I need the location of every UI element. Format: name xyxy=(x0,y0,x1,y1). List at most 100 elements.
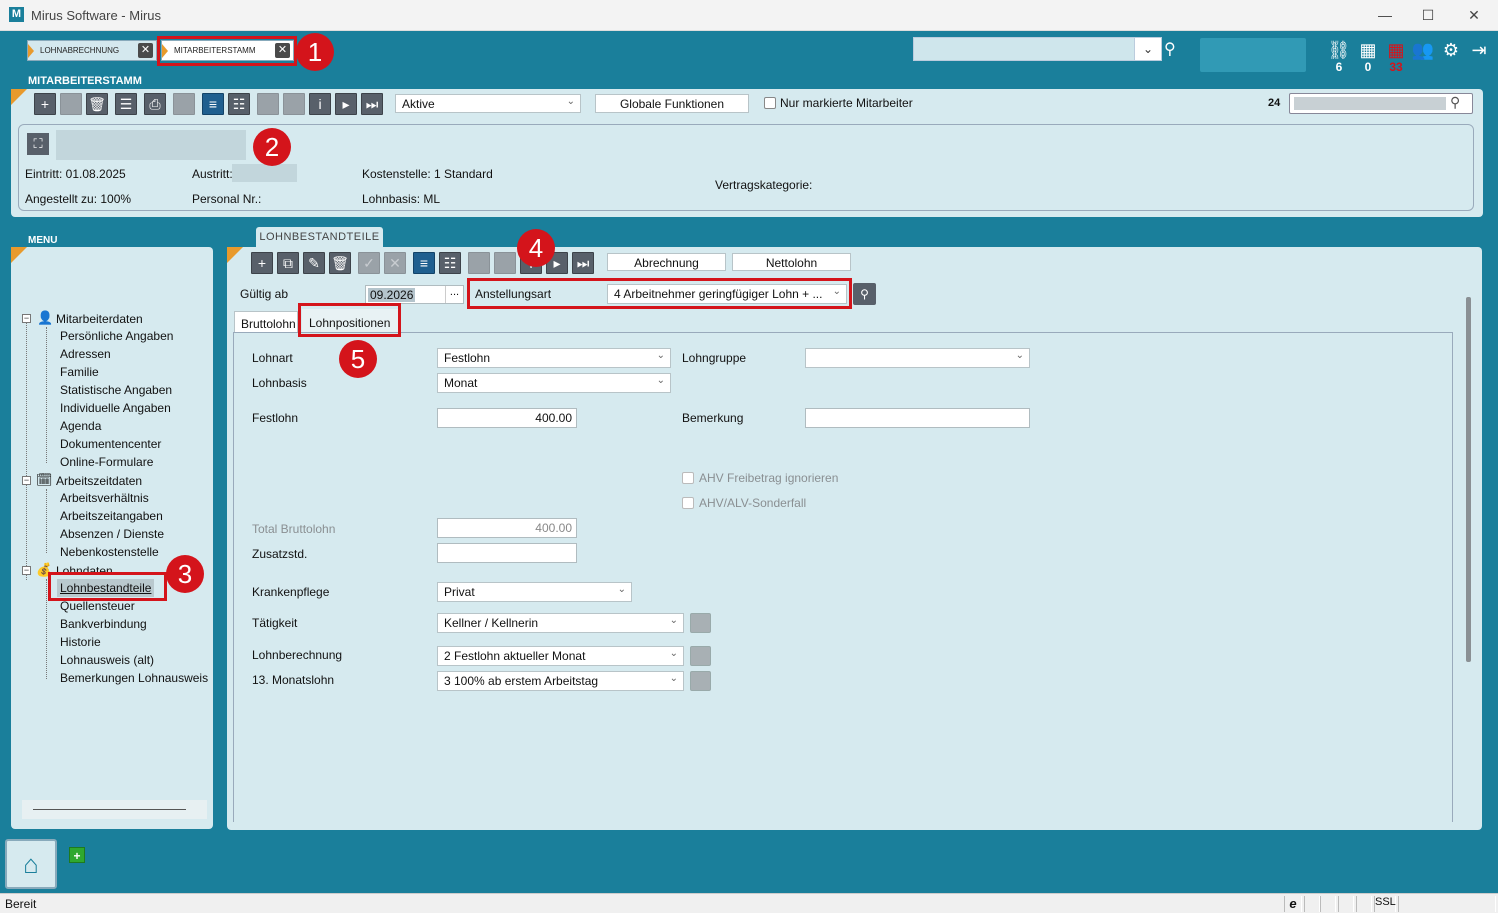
calendar-icon[interactable]: ▦ xyxy=(1355,38,1381,62)
tree-item-persoenliche-angaben[interactable]: Persönliche Angaben xyxy=(60,329,173,343)
tree-item-statistische-angaben[interactable]: Statistische Angaben xyxy=(60,383,172,397)
personal-nr-label: Personal Nr.: xyxy=(192,192,262,206)
tree-item-dokumentencenter[interactable]: Dokumentencenter xyxy=(60,437,161,451)
abrechnung-button[interactable]: Abrechnung xyxy=(607,253,726,271)
prev-button[interactable] xyxy=(494,252,516,274)
list-view-button[interactable]: ☷ xyxy=(228,93,250,115)
gueltig-ab-input[interactable]: 09.2026 ... xyxy=(365,285,464,304)
add-button[interactable]: + xyxy=(251,252,273,274)
tree-item-individuelle-angaben[interactable]: Individuelle Angaben xyxy=(60,401,171,415)
list-view-button[interactable]: ☷ xyxy=(439,252,461,274)
disabled-button[interactable] xyxy=(173,93,195,115)
lohnbasis-select[interactable]: Monat ⌄ xyxy=(437,373,671,393)
tab-lohnbestandteile[interactable]: LOHNBESTANDTEILE xyxy=(256,227,383,247)
home-button[interactable]: ⌂ xyxy=(5,839,57,889)
expand-icon[interactable]: ⛶ xyxy=(27,133,49,155)
user-info[interactable] xyxy=(1200,38,1306,72)
edit-button[interactable]: ✎ xyxy=(303,252,325,274)
reminder-calendar-icon[interactable]: ▦ xyxy=(1383,38,1409,62)
festlohn-input[interactable]: 400.00 xyxy=(437,408,577,428)
taetigkeit-lookup-button[interactable] xyxy=(690,613,711,633)
close-window-button[interactable]: ✕ xyxy=(1462,5,1486,25)
tree-item-familie[interactable]: Familie xyxy=(60,365,99,379)
lohnbasis-label: Lohnbasis xyxy=(252,376,307,390)
next-button[interactable]: ▸ xyxy=(335,93,357,115)
logout-icon[interactable]: ⇥ xyxy=(1466,38,1492,62)
ahv-sonderfall-checkbox[interactable] xyxy=(682,497,694,509)
search-icon[interactable]: ⚲ xyxy=(1450,94,1460,111)
tree-group-mitarbeiterdaten[interactable]: Mitarbeiterdaten xyxy=(56,312,143,326)
scroll-thumb[interactable] xyxy=(33,809,186,810)
add-tab-icon[interactable]: + xyxy=(69,847,85,863)
eintritt-text: Eintritt: 01.08.2025 xyxy=(25,167,126,181)
collapse-icon[interactable]: − xyxy=(22,566,31,575)
last-button[interactable]: ⏭ xyxy=(361,93,383,115)
tree-item-historie[interactable]: Historie xyxy=(60,635,101,649)
first-button[interactable] xyxy=(257,93,279,115)
zusatzstd-input[interactable] xyxy=(437,543,577,563)
delete-button[interactable]: 🗑 xyxy=(329,252,351,274)
collapse-icon[interactable]: − xyxy=(22,314,31,323)
bemerkung-input[interactable] xyxy=(805,408,1030,428)
nettolohn-button[interactable]: Nettolohn xyxy=(732,253,851,271)
gueltig-ab-value: 09.2026 xyxy=(368,288,416,302)
add-button[interactable]: + xyxy=(34,93,56,115)
content-scrollbar[interactable] xyxy=(1466,297,1471,662)
date-picker-button[interactable]: ... xyxy=(445,286,463,303)
gear-icon[interactable]: ⚙ xyxy=(1438,38,1464,62)
menu-scrollbar[interactable] xyxy=(22,800,207,819)
tree-item-online-formulare[interactable]: Online-Formulare xyxy=(60,455,153,469)
ahv-freibetrag-checkbox[interactable] xyxy=(682,472,694,484)
tree-item-bankverbindung[interactable]: Bankverbindung xyxy=(60,617,147,631)
tree-item-bemerkungen-lohnausweis[interactable]: Bemerkungen Lohnausweis xyxy=(60,671,208,685)
tasks-icon[interactable]: ⛓ xyxy=(1326,38,1352,62)
users-icon[interactable]: 👥 xyxy=(1410,38,1436,62)
chevron-down-icon[interactable]: ⌄ xyxy=(1134,37,1162,61)
close-tab-icon[interactable]: ✕ xyxy=(138,43,153,58)
minimize-button[interactable]: — xyxy=(1373,5,1397,25)
global-functions-button[interactable]: Globale Funktionen xyxy=(595,94,749,113)
search-icon[interactable]: ⚲ xyxy=(1164,39,1176,59)
tree-group-arbeitszeitdaten[interactable]: Arbeitszeitdaten xyxy=(56,474,142,488)
print-button[interactable]: ⎙ xyxy=(144,93,166,115)
prev-button[interactable] xyxy=(283,93,305,115)
last-button[interactable]: ⏭ xyxy=(572,252,594,274)
first-button[interactable] xyxy=(468,252,490,274)
collapse-icon[interactable]: − xyxy=(22,476,31,485)
lohnart-label: Lohnart xyxy=(252,351,293,365)
tab-bruttolohn[interactable]: Bruttolohn xyxy=(234,311,298,333)
only-marked-checkbox[interactable] xyxy=(764,97,776,109)
tree-item-agenda[interactable]: Agenda xyxy=(60,419,101,433)
global-search-input[interactable] xyxy=(913,37,1135,61)
detail-view-button[interactable]: ≡ xyxy=(413,252,435,274)
taetigkeit-select[interactable]: Kellner / Kellnerin ⌄ xyxy=(437,613,684,633)
edit-button[interactable] xyxy=(60,93,82,115)
search-icon[interactable]: ⚲ xyxy=(853,283,876,305)
monatslohn13-lookup-button[interactable] xyxy=(690,671,711,691)
lohnberechnung-select[interactable]: 2 Festlohn aktueller Monat ⌄ xyxy=(437,646,684,666)
tree-item-absenzen-dienste[interactable]: Absenzen / Dienste xyxy=(60,527,164,541)
delete-button[interactable]: 🗑 xyxy=(86,93,108,115)
list-button[interactable]: ☰ xyxy=(115,93,137,115)
tree-item-adressen[interactable]: Adressen xyxy=(60,347,111,361)
filter-select[interactable]: Aktive ⌄ xyxy=(395,94,581,113)
tree-item-lohnausweis-alt[interactable]: Lohnausweis (alt) xyxy=(60,653,154,667)
lohnart-select[interactable]: Festlohn ⌄ xyxy=(437,348,671,368)
tree-item-nebenkostenstelle[interactable]: Nebenkostenstelle xyxy=(60,545,159,559)
krankenpflege-select[interactable]: Privat ⌄ xyxy=(437,582,632,602)
tree-item-arbeitsverhaeltnis[interactable]: Arbeitsverhältnis xyxy=(60,491,149,505)
tree-item-arbeitszeitangaben[interactable]: Arbeitszeitangaben xyxy=(60,509,163,523)
tree-item-quellensteuer[interactable]: Quellensteuer xyxy=(60,599,135,613)
detail-view-button[interactable]: ≡ xyxy=(202,93,224,115)
lohngruppe-select[interactable]: ⌄ xyxy=(805,348,1030,368)
monatslohn13-select[interactable]: 3 100% ab erstem Arbeitstag ⌄ xyxy=(437,671,684,691)
cancel-button[interactable]: ✕ xyxy=(384,252,406,274)
person-icon: 👤 xyxy=(37,310,54,325)
employee-search-input[interactable]: ⚲ xyxy=(1289,93,1473,114)
save-button[interactable]: ✓ xyxy=(358,252,380,274)
maximize-button[interactable]: ☐ xyxy=(1416,5,1440,25)
doc-tab-lohnabrechnung[interactable]: LOHNABRECHNUNG ✕ xyxy=(27,40,157,61)
copy-button[interactable]: ⧉ xyxy=(277,252,299,274)
info-button[interactable]: i xyxy=(309,93,331,115)
lohnberechnung-lookup-button[interactable] xyxy=(690,646,711,666)
